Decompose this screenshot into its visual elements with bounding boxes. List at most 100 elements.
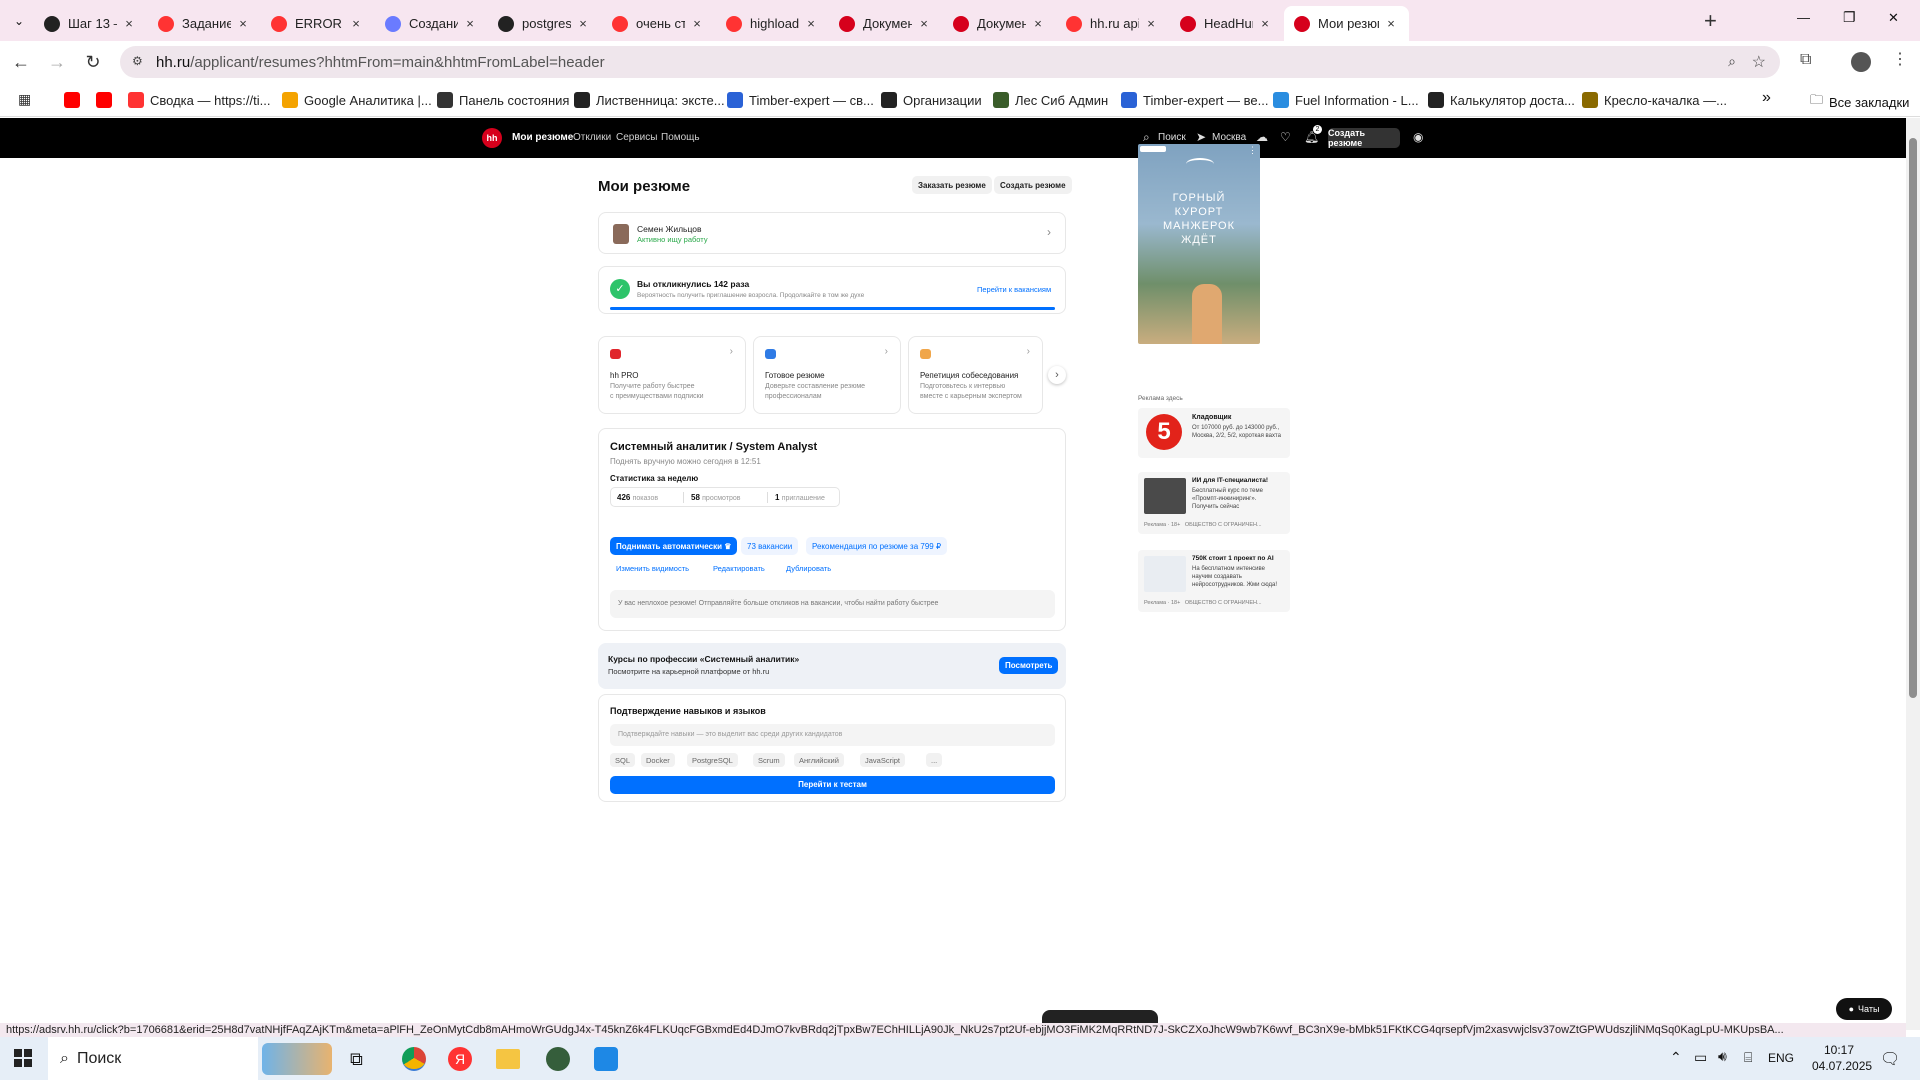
browser-tab[interactable]: postgresql – × [488,6,601,41]
order-resume-button[interactable]: Заказать резюме [912,176,992,194]
search-icon[interactable]: ⌕ [1143,130,1150,145]
tray-chevron-icon[interactable]: ⌃ [1670,1049,1682,1066]
language-indicator[interactable]: ENG [1768,1051,1794,1065]
all-bookmarks-folder[interactable]: 🗀 Все закладки [1810,91,1909,113]
tab-close-icon[interactable]: × [916,16,932,31]
notification-center-icon[interactable]: 🗨︎ [1880,1049,1900,1069]
clock-date[interactable]: 04.07.2025 [1812,1059,1872,1073]
maximize-button[interactable]: ❐ [1843,9,1856,26]
yandex-browser-icon[interactable]: Я [448,1047,472,1071]
nav-help[interactable]: Помощь [661,132,700,143]
skill-chip[interactable]: Английский [794,753,844,767]
skill-chip[interactable]: SQL [610,753,636,767]
bookmark-item[interactable] [64,90,86,110]
scrollbar-thumb[interactable] [1909,138,1917,698]
bookmark-item[interactable] [96,90,118,110]
go-to-tests-button[interactable]: Перейти к тестам [610,776,1055,794]
vacancies-button[interactable]: 73 вакансии [741,537,799,555]
close-window-button[interactable]: ✕ [1888,10,1899,26]
auto-raise-button[interactable]: Поднимать автоматически ♛ [610,537,738,555]
tab-close-icon[interactable]: × [689,16,705,31]
browser-tab[interactable]: Создание де × [375,6,488,41]
zoom-icon[interactable]: ⌕ [1728,53,1736,70]
ad-banner[interactable]: ⋮ ГОРНЫЙ КУРОРТ МАНЖЕРОК ЖДЁТ [1138,144,1260,344]
bookmark-star-icon[interactable]: ☆ [1752,52,1766,72]
browser-tab[interactable]: Документац × [943,6,1056,41]
change-visibility-link[interactable]: Изменить видимость [616,564,689,573]
bookmark-item[interactable]: Панель состояния [437,90,569,110]
tab-close-icon[interactable]: × [348,16,364,31]
nav-services[interactable]: Сервисы [616,132,657,143]
address-bar[interactable]: ⚙ hh.ru/applicant/resumes?hhtmFrom=main&… [120,46,1780,78]
ad-item-1[interactable]: 5 Кладовщик От 107000 руб. до 143000 руб… [1138,408,1290,458]
windows-start-icon[interactable] [14,1049,32,1067]
browser-tab[interactable]: ERROR 1064: × [261,6,374,41]
ad-item-2[interactable]: ИИ для IT-специалиста! Бесплатный курс п… [1138,472,1290,534]
service-card[interactable]: › Готовое резюме Доверьте составление резю… [753,336,901,414]
app-icon[interactable] [546,1047,570,1071]
browser-tab[interactable]: очень стран × [602,6,715,41]
services-next-button[interactable]: › [1048,366,1066,384]
location-icon[interactable]: ➤ [1196,130,1206,144]
apps-grid-icon[interactable]: ▦ [18,91,31,108]
bookmarks-overflow-icon[interactable]: » [1762,89,1771,107]
tab-close-icon[interactable]: × [575,16,591,31]
go-to-vacancies-link[interactable]: Перейти к вакансиям [977,285,1051,294]
browser-tab[interactable]: Мои резюме × [1284,6,1409,41]
file-explorer-icon[interactable] [496,1049,520,1069]
favorites-icon[interactable]: ♡ [1280,130,1291,144]
browser-tab[interactable]: hh.ru api кли × [1056,6,1169,41]
extensions-icon[interactable]: ⧉ [1800,51,1811,69]
network-icon[interactable]: ⌸ [1744,1049,1752,1066]
create-resume-button[interactable]: Создать резюме [994,176,1072,194]
clock-time[interactable]: 10:17 [1824,1043,1854,1057]
chrome-taskbar-icon[interactable] [402,1047,426,1071]
recommendation-button[interactable]: Рекомендация по резюме за 799 ₽ [806,537,948,555]
nav-search[interactable]: Поиск [1158,132,1186,143]
battery-icon[interactable]: ▭ [1694,1049,1707,1066]
bookmark-item[interactable]: Timber-expert — ве... [1121,90,1268,110]
forward-icon[interactable]: → [42,47,72,77]
browser-tab[interactable]: Задание Пр × [148,6,261,41]
tab-close-icon[interactable]: × [1030,16,1046,31]
edit-link[interactable]: Редактировать [713,564,765,573]
browser-tab[interactable]: highload — × [716,6,829,41]
view-courses-button[interactable]: Посмотреть [999,657,1059,674]
city-selector[interactable]: Москва [1212,132,1246,143]
vscode-icon[interactable] [594,1047,618,1071]
service-card[interactable]: › hh PRO Получите работу быстрее с преимуще… [598,336,746,414]
menu-icon[interactable]: ⋮ [1892,49,1908,69]
tab-close-icon[interactable]: × [121,16,137,31]
chat-icon[interactable]: ☁ [1256,130,1268,144]
profile-avatar[interactable] [1851,52,1871,72]
bookmark-item[interactable]: Google Аналитика |... [282,90,432,110]
scrollbar[interactable] [1906,118,1920,1030]
bookmark-item[interactable]: Сводка — https://ti... [128,90,270,110]
skill-chip[interactable]: Docker [641,753,675,767]
account-icon[interactable]: ◉ [1413,130,1423,144]
browser-tab[interactable]: Шаг 13 – Вы × [34,6,147,41]
bookmark-item[interactable]: Калькулятор доста... [1428,90,1575,110]
browser-tab[interactable]: HeadHunter × [1170,6,1283,41]
skill-chip[interactable]: PostgreSQL [687,753,738,767]
tab-close-icon[interactable]: × [235,16,251,31]
bookmark-item[interactable]: Лес Сиб Админ [993,90,1108,110]
bookmark-item[interactable]: Лиственница: эксте... [574,90,725,110]
bookmark-item[interactable]: Организации [881,90,982,110]
skill-chip[interactable]: ... [926,753,943,767]
bookmark-item[interactable]: Timber-expert — св... [727,90,874,110]
browser-tab[interactable]: Документац × [829,6,942,41]
back-icon[interactable]: ← [6,47,36,77]
bookmark-item[interactable]: Кресло-качалка —... [1582,90,1727,110]
tab-close-icon[interactable]: × [462,16,478,31]
resume-title[interactable]: Системный аналитик / System Analyst [610,441,817,453]
duplicate-link[interactable]: Дублировать [786,564,831,573]
tab-close-icon[interactable]: × [1383,16,1399,31]
profile-card[interactable]: Семен Жильцов Активно ищу работу › [598,212,1066,254]
tab-close-icon[interactable]: × [1143,16,1159,31]
nav-my-resumes[interactable]: Мои резюме [512,132,573,143]
new-tab-button[interactable]: + [1704,8,1717,34]
hh-logo[interactable]: hh [482,128,502,148]
tab-search-icon[interactable]: ⌄ [8,10,30,32]
tab-close-icon[interactable]: × [1257,16,1273,31]
